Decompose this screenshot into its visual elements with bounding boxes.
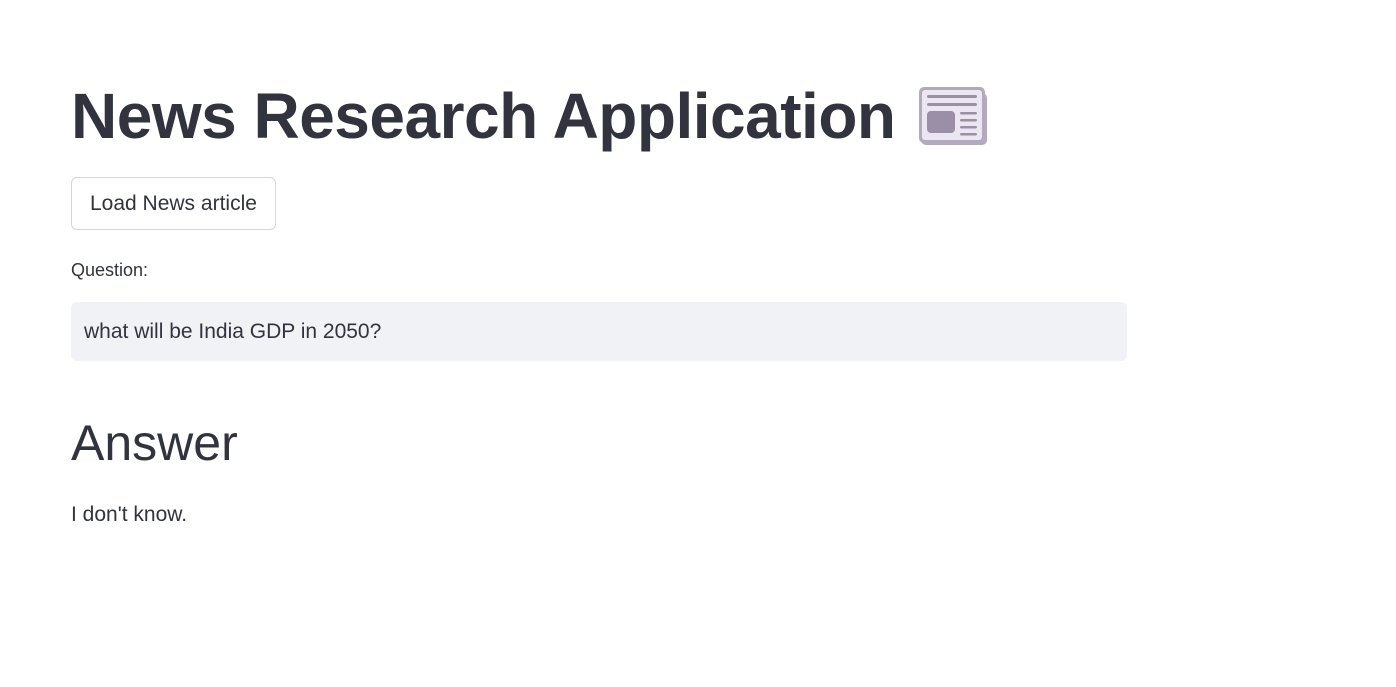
load-news-article-button[interactable]: Load News article (71, 177, 276, 230)
answer-heading: Answer (71, 415, 238, 471)
question-input[interactable] (84, 319, 1114, 344)
question-input-container (71, 302, 1127, 361)
newspaper-icon (918, 84, 990, 148)
answer-text: I don't know. (71, 503, 188, 526)
page-title: News Research Application (71, 80, 896, 152)
title-row: News Research Application (71, 78, 990, 154)
question-label: Question: (71, 260, 149, 280)
